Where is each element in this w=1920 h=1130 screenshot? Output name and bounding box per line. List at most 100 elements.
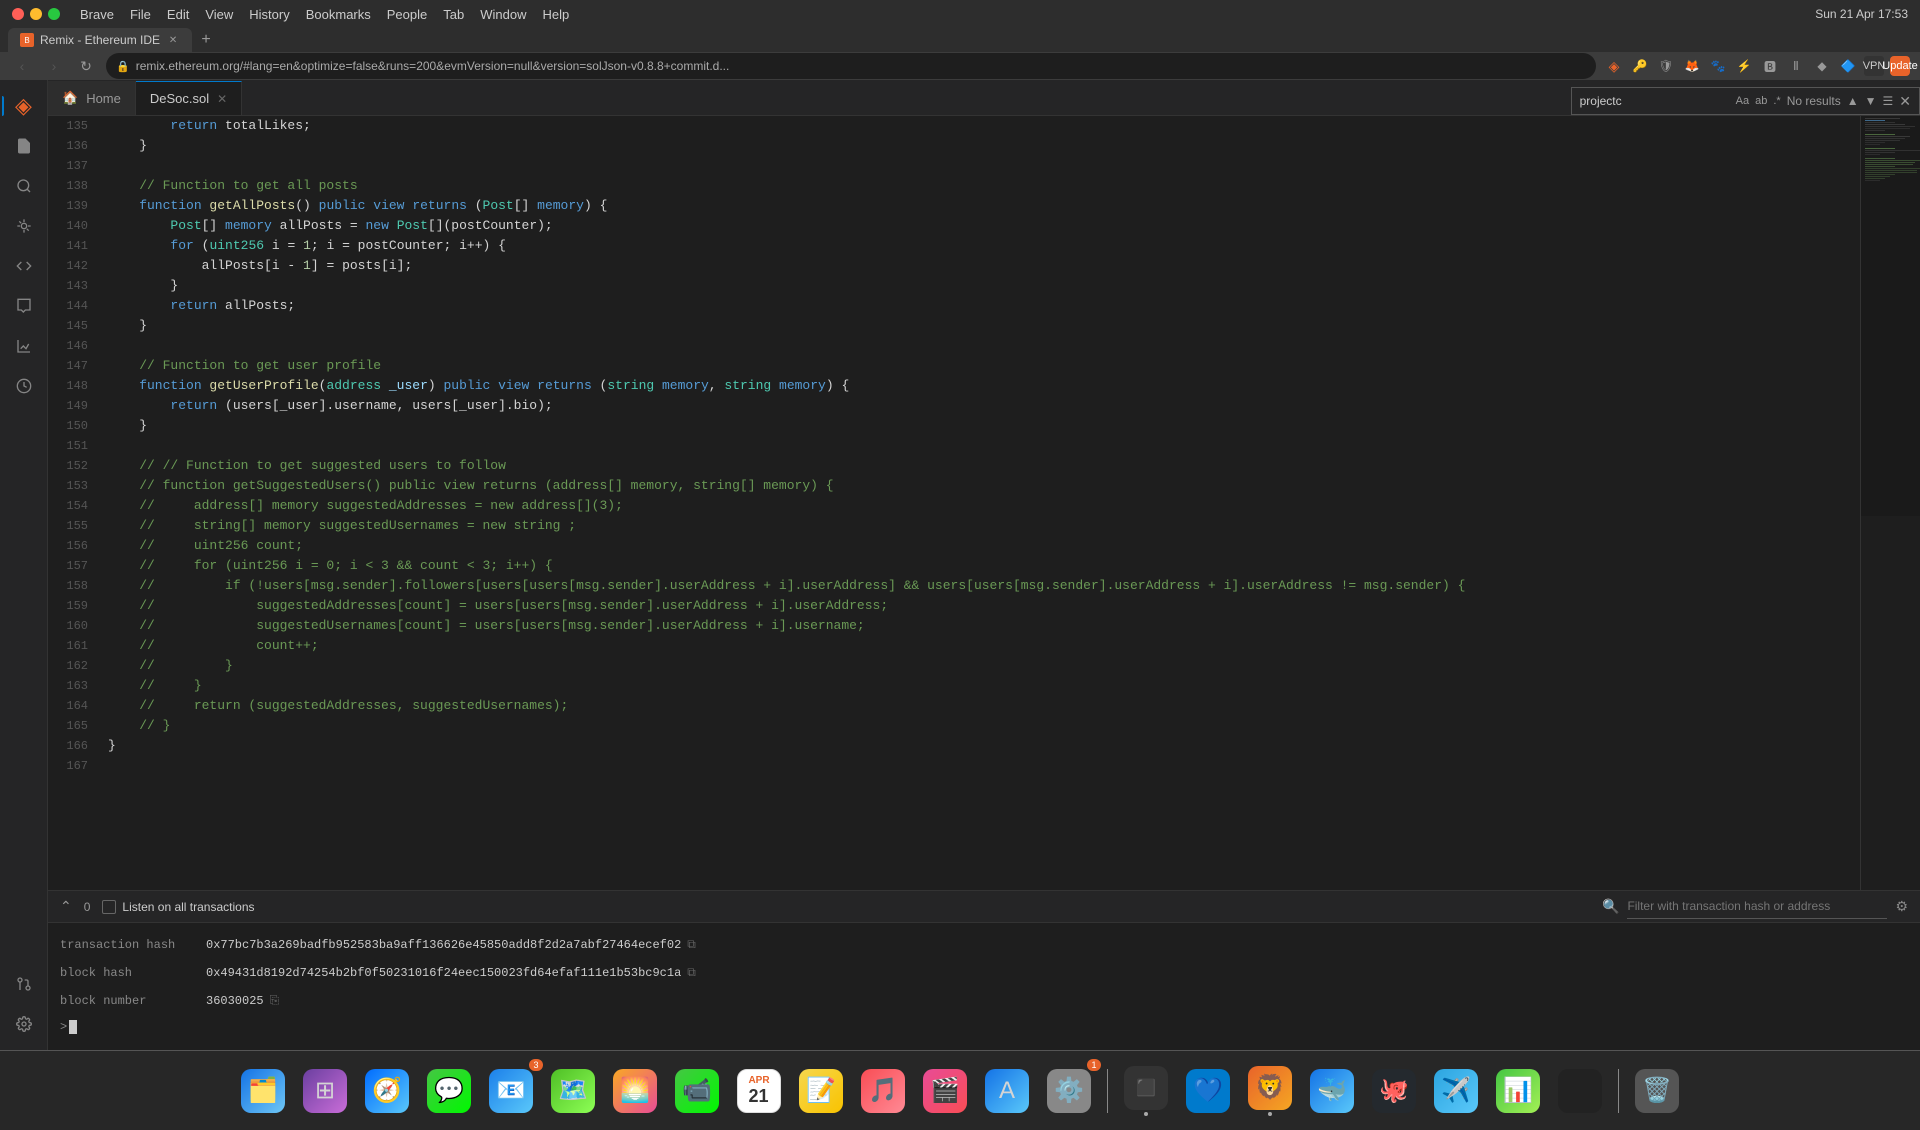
new-tab-button[interactable]: + bbox=[194, 28, 218, 52]
line-num-148: 148 bbox=[48, 376, 88, 396]
extension-icon-3[interactable]: 🦊 bbox=[1682, 56, 1702, 76]
dock-itunes[interactable]: 🎬 bbox=[917, 1063, 973, 1119]
tab-desoc-label: DeSoc.sol bbox=[150, 91, 209, 106]
update-button[interactable]: Update bbox=[1890, 56, 1910, 76]
tab-home[interactable]: 🏠 Home bbox=[48, 81, 136, 115]
code-editor[interactable]: 135 136 137 138 139 140 141 142 143 144 … bbox=[48, 116, 1920, 890]
vpn-icon[interactable]: VPN bbox=[1864, 56, 1884, 76]
activity-deploy[interactable] bbox=[6, 288, 42, 324]
find-close-btn[interactable]: ✕ bbox=[1899, 93, 1911, 110]
regex-btn[interactable]: .* bbox=[1773, 95, 1780, 107]
block-hash-value: 0x49431d8192d74254b2bf0f50231016f24eec15… bbox=[206, 966, 681, 980]
line-num-154: 154 bbox=[48, 496, 88, 516]
traffic-lights[interactable] bbox=[12, 8, 60, 20]
menu-window[interactable]: Window bbox=[480, 7, 526, 22]
dock-vscode[interactable]: 💙 bbox=[1180, 1063, 1236, 1119]
menu-view[interactable]: View bbox=[205, 7, 233, 22]
minimize-button[interactable] bbox=[30, 8, 42, 20]
reload-button[interactable]: ↻ bbox=[74, 54, 98, 78]
case-sensitive-btn[interactable]: Aa bbox=[1736, 95, 1749, 107]
wallet-icon[interactable]: ◈ bbox=[1604, 56, 1624, 76]
extension-icon-2[interactable]: 🛡 bbox=[1656, 56, 1676, 76]
extension-icon-9[interactable]: 🔷 bbox=[1838, 56, 1858, 76]
menu-brave[interactable]: Brave bbox=[80, 7, 114, 22]
dock-safari[interactable]: 🧭 bbox=[359, 1063, 415, 1119]
activity-file-explorer[interactable] bbox=[6, 128, 42, 164]
dock-numbers[interactable]: 📊 bbox=[1490, 1063, 1546, 1119]
dock-brave[interactable]: 🦁 bbox=[1242, 1063, 1298, 1119]
dock-trash[interactable]: 🗑️ bbox=[1629, 1063, 1685, 1119]
code-content[interactable]: return totalLikes; } // Function to get … bbox=[98, 116, 1860, 890]
find-list-btn[interactable]: ☰ bbox=[1883, 94, 1894, 108]
activity-compile[interactable] bbox=[6, 248, 42, 284]
dock-messages[interactable]: 💬 bbox=[421, 1063, 477, 1119]
finder-icon: 🗂️ bbox=[241, 1069, 285, 1113]
dock-terminal[interactable]: ⬛ bbox=[1118, 1063, 1174, 1119]
extension-icon-4[interactable]: 🐾 bbox=[1708, 56, 1728, 76]
brave-tab-icon: B bbox=[20, 33, 34, 47]
listen-checkbox[interactable] bbox=[102, 900, 116, 914]
tab-desoc[interactable]: DeSoc.sol ✕ bbox=[136, 81, 242, 115]
dock-telegram[interactable]: ✈️ bbox=[1428, 1063, 1484, 1119]
close-button[interactable] bbox=[12, 8, 24, 20]
dock-facetime[interactable]: 📹 bbox=[669, 1063, 725, 1119]
menu-people[interactable]: People bbox=[387, 7, 427, 22]
tab-desoc-close[interactable]: ✕ bbox=[217, 92, 227, 106]
activity-transaction-2[interactable] bbox=[6, 368, 42, 404]
find-prev-btn[interactable]: ▲ bbox=[1847, 94, 1859, 108]
menu-bar[interactable]: Brave File Edit View History Bookmarks P… bbox=[80, 7, 569, 22]
filter-search-icon[interactable]: 🔍 bbox=[1602, 898, 1619, 915]
line-num-141: 141 bbox=[48, 236, 88, 256]
dock-calendar[interactable]: APR21 bbox=[731, 1063, 787, 1119]
dock-launchpad[interactable]: ⊞ bbox=[297, 1063, 353, 1119]
dock-notes[interactable]: 📝 bbox=[793, 1063, 849, 1119]
dock-appstore[interactable]: A bbox=[979, 1063, 1035, 1119]
menu-help[interactable]: Help bbox=[542, 7, 569, 22]
dock-docker[interactable]: 🐳 bbox=[1304, 1063, 1360, 1119]
extension-icon-5[interactable]: ⚡ bbox=[1734, 56, 1754, 76]
dock-maps[interactable]: 🗺️ bbox=[545, 1063, 601, 1119]
block-hash-copy-icon[interactable]: ⧉ bbox=[687, 966, 696, 980]
word-match-btn[interactable]: ab bbox=[1755, 95, 1767, 107]
filter-input[interactable] bbox=[1627, 895, 1887, 919]
forward-button[interactable]: › bbox=[42, 54, 66, 78]
address-bar[interactable]: 🔒 remix.ethereum.org/#lang=en&optimize=f… bbox=[106, 53, 1596, 79]
activity-git[interactable] bbox=[6, 966, 42, 1002]
tx-hash-copy-icon[interactable]: ⧉ bbox=[687, 938, 696, 952]
activity-analytics[interactable] bbox=[6, 328, 42, 364]
find-input[interactable] bbox=[1580, 94, 1730, 108]
activity-remix-logo[interactable]: ◈ bbox=[6, 88, 42, 124]
dock-finder[interactable]: 🗂️ bbox=[235, 1063, 291, 1119]
menu-edit[interactable]: Edit bbox=[167, 7, 189, 22]
menu-file[interactable]: File bbox=[130, 7, 151, 22]
dock-music[interactable]: 🎵 bbox=[855, 1063, 911, 1119]
line-num-151: 151 bbox=[48, 436, 88, 456]
dock-photos[interactable]: 🌅 bbox=[607, 1063, 663, 1119]
extension-icon-6[interactable]: 🅱 bbox=[1760, 56, 1780, 76]
dock-github[interactable]: 🐙 bbox=[1366, 1063, 1422, 1119]
extension-icon-1[interactable]: 🔑 bbox=[1630, 56, 1650, 76]
filter-settings-icon[interactable]: ⚙ bbox=[1895, 898, 1908, 915]
expand-icon[interactable]: ⌃ bbox=[60, 898, 72, 915]
menu-bookmarks[interactable]: Bookmarks bbox=[306, 7, 371, 22]
brave-icon: 🦁 bbox=[1248, 1066, 1292, 1110]
block-number-copy-icon[interactable]: ⎘ bbox=[270, 994, 280, 1008]
dock-mail[interactable]: 📧 3 bbox=[483, 1063, 539, 1119]
dock-dark1[interactable] bbox=[1552, 1063, 1608, 1119]
activity-settings[interactable] bbox=[6, 1006, 42, 1042]
dock-sysprefs[interactable]: ⚙️ 1 bbox=[1041, 1063, 1097, 1119]
find-next-btn[interactable]: ▼ bbox=[1865, 94, 1877, 108]
menu-history[interactable]: History bbox=[249, 7, 289, 22]
menu-tab[interactable]: Tab bbox=[443, 7, 464, 22]
code-line-153: // function getSuggestedUsers() public v… bbox=[108, 476, 1850, 496]
back-button[interactable]: ‹ bbox=[10, 54, 34, 78]
browser-tab-active[interactable]: B Remix - Ethereum IDE ✕ bbox=[8, 28, 192, 52]
line-num-162: 162 bbox=[48, 656, 88, 676]
extension-icon-7[interactable]: Ⅱ bbox=[1786, 56, 1806, 76]
extension-icon-8[interactable]: ◆ bbox=[1812, 56, 1832, 76]
mail-icon: 📧 bbox=[489, 1069, 533, 1113]
maximize-button[interactable] bbox=[48, 8, 60, 20]
browser-tab-close[interactable]: ✕ bbox=[166, 33, 180, 47]
activity-plugin[interactable] bbox=[6, 208, 42, 244]
activity-search[interactable] bbox=[6, 168, 42, 204]
